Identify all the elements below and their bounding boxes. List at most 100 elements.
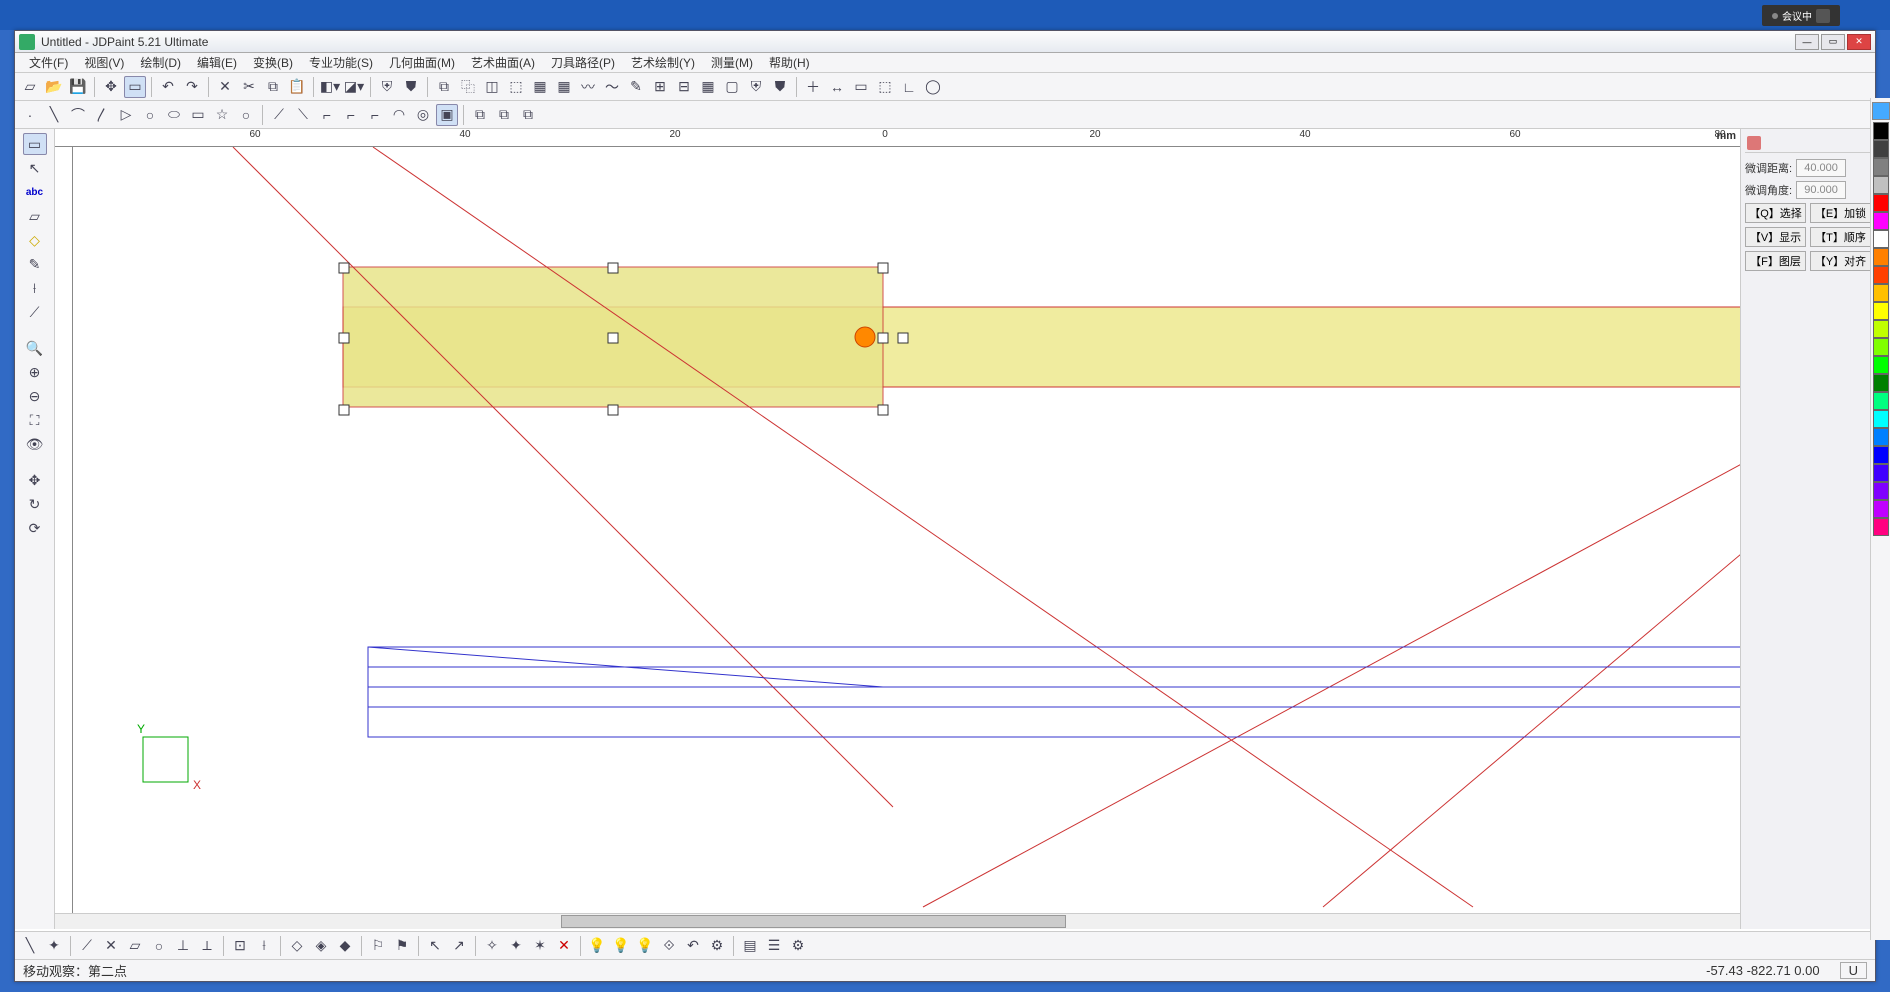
bt-bulb2-icon[interactable]: 💡 [610,935,632,957]
bt-box-icon[interactable]: ▱ [124,935,146,957]
color-swatch[interactable] [1873,140,1889,158]
bt-delete-icon[interactable]: ✕ [553,935,575,957]
close-button[interactable]: ✕ [1847,34,1871,50]
bt-node1-icon[interactable]: ✧ [481,935,503,957]
bt-line1-icon[interactable]: ╲ [19,935,41,957]
open-file-icon[interactable]: 📂 [43,76,65,98]
zoomin-tool-icon[interactable]: ⊕ [23,361,47,383]
text-tool-icon[interactable]: abc [23,181,47,203]
path-tool-icon[interactable]: ◇ [23,229,47,251]
3d-dropdown-icon[interactable]: ◪▾ [343,76,365,98]
save-file-icon[interactable]: 💾 [67,76,89,98]
bt-cursor2-icon[interactable]: ↗ [448,935,470,957]
color-swatch[interactable] [1873,356,1889,374]
redo-icon[interactable]: ↷ [181,76,203,98]
color-swatch[interactable] [1873,212,1889,230]
meeting-status-badge[interactable]: 会议中 [1762,5,1840,26]
polygon-tool-icon[interactable]: ○ [235,104,257,126]
bt-star-icon[interactable]: ✦ [43,935,65,957]
mesh-icon[interactable]: ▦ [697,76,719,98]
rotate-tool-icon[interactable]: ↻ [23,493,47,515]
bt-layers-icon[interactable]: ▤ [739,935,761,957]
wave-icon[interactable]: 〰 [577,76,599,98]
color-swatch[interactable] [1873,482,1889,500]
angle-input[interactable] [1796,181,1846,199]
cut-icon[interactable]: ✂ [238,76,260,98]
dim2-tool-icon[interactable]: ⟋ [23,301,47,323]
modify6-icon[interactable]: ◠ [388,104,410,126]
color-swatch[interactable] [1873,338,1889,356]
color-swatch[interactable] [1873,248,1889,266]
bt-bulb4-icon[interactable]: ⟐ [658,935,680,957]
bt-bulb5-icon[interactable]: ↶ [682,935,704,957]
modify4-icon[interactable]: ⌐ [340,104,362,126]
panel-layer-button[interactable]: 【F】图层 [1745,251,1806,271]
zoom-tool-icon[interactable]: 🔍 [23,337,47,359]
box5-icon[interactable]: ▦ [529,76,551,98]
delete-icon[interactable]: ✕ [214,76,236,98]
menu-artsurface[interactable]: 艺术曲面(A) [463,52,543,73]
select-rect-icon[interactable]: ▭ [124,76,146,98]
zoomout-tool-icon[interactable]: ⊖ [23,385,47,407]
pan-tool-icon[interactable]: ✥ [23,469,47,491]
bt-snap1-icon[interactable]: ⊡ [229,935,251,957]
arrange1-icon[interactable]: ⧉ [469,104,491,126]
shield1-icon[interactable]: ⛨ [376,76,398,98]
status-mode[interactable]: U [1840,962,1867,979]
panel-show-button[interactable]: 【V】显示 [1745,227,1806,247]
menu-transform[interactable]: 变换(B) [245,52,301,73]
modify3-icon[interactable]: ⌐ [316,104,338,126]
bt-bulb1-icon[interactable]: 💡 [586,935,608,957]
circle-tool-icon[interactable]: ○ [139,104,161,126]
box4-icon[interactable]: ⬚ [505,76,527,98]
polyline-tool-icon[interactable]: 〳 [91,104,113,126]
table-icon[interactable]: ⊞ [649,76,671,98]
color-swatch[interactable] [1873,284,1889,302]
menu-measure[interactable]: 测量(M) [703,52,761,73]
horizontal-scrollbar[interactable] [55,913,1740,929]
color-swatch[interactable] [1873,464,1889,482]
maximize-button[interactable]: ▭ [1821,34,1845,50]
bt-diamond3-icon[interactable]: ◆ [334,935,356,957]
bt-diamond2-icon[interactable]: ◈ [310,935,332,957]
modify1-icon[interactable]: ⟋ [268,104,290,126]
ring-tool-icon[interactable]: ◎ [412,104,434,126]
menu-view[interactable]: 视图(V) [76,52,132,73]
bt-cursor1-icon[interactable]: ↖ [424,935,446,957]
panel-select-button[interactable]: 【Q】选择 [1745,203,1806,223]
color-swatch[interactable] [1873,302,1889,320]
snap-scale-icon[interactable]: ⬚ [874,76,896,98]
minimize-button[interactable]: — [1795,34,1819,50]
modify5-icon[interactable]: ⌐ [364,104,386,126]
modify2-icon[interactable]: ⟍ [292,104,314,126]
menu-surface[interactable]: 几何曲面(M) [381,52,463,73]
bt-gear-icon[interactable]: ⚙ [787,935,809,957]
paste-icon[interactable]: 📋 [286,76,308,98]
menu-pro[interactable]: 专业功能(S) [301,52,381,73]
triangle-tool-icon[interactable]: ▷ [115,104,137,126]
cube-tool-icon[interactable]: ▱ [23,205,47,227]
pencil-tool-icon[interactable]: ✎ [23,253,47,275]
drawing-canvas[interactable]: Y X [73,147,1740,913]
color-swatch[interactable] [1873,410,1889,428]
menu-edit[interactable]: 编辑(E) [189,52,245,73]
faded1-icon[interactable]: ▢ [721,76,743,98]
box3-icon[interactable]: ◫ [481,76,503,98]
arrange2-icon[interactable]: ⧉ [493,104,515,126]
arc-tool-icon[interactable]: ⌒ [67,104,89,126]
ellipse-tool-icon[interactable]: ⬭ [163,104,185,126]
palette-header-icon[interactable] [1872,102,1890,120]
rect-tool-icon[interactable]: ▭ [187,104,209,126]
bt-flag1-icon[interactable]: ⚐ [367,935,389,957]
menu-toolpath[interactable]: 刀具路径(P) [543,52,623,73]
scrollbar-thumb[interactable] [561,915,1067,928]
select-tool-icon[interactable]: ▭ [23,133,47,155]
bt-tangent-icon[interactable]: ⟂ [196,935,218,957]
status-dropdown-icon[interactable] [1816,9,1830,23]
panel-lock-button[interactable]: 【E】加锁 [1810,203,1871,223]
bt-cross-icon[interactable]: ✕ [100,935,122,957]
bt-angle1-icon[interactable]: ⟋ [76,935,98,957]
frame-tool-icon[interactable]: ▣ [436,104,458,126]
color-swatch[interactable] [1873,158,1889,176]
bt-bulb6-icon[interactable]: ⚙ [706,935,728,957]
